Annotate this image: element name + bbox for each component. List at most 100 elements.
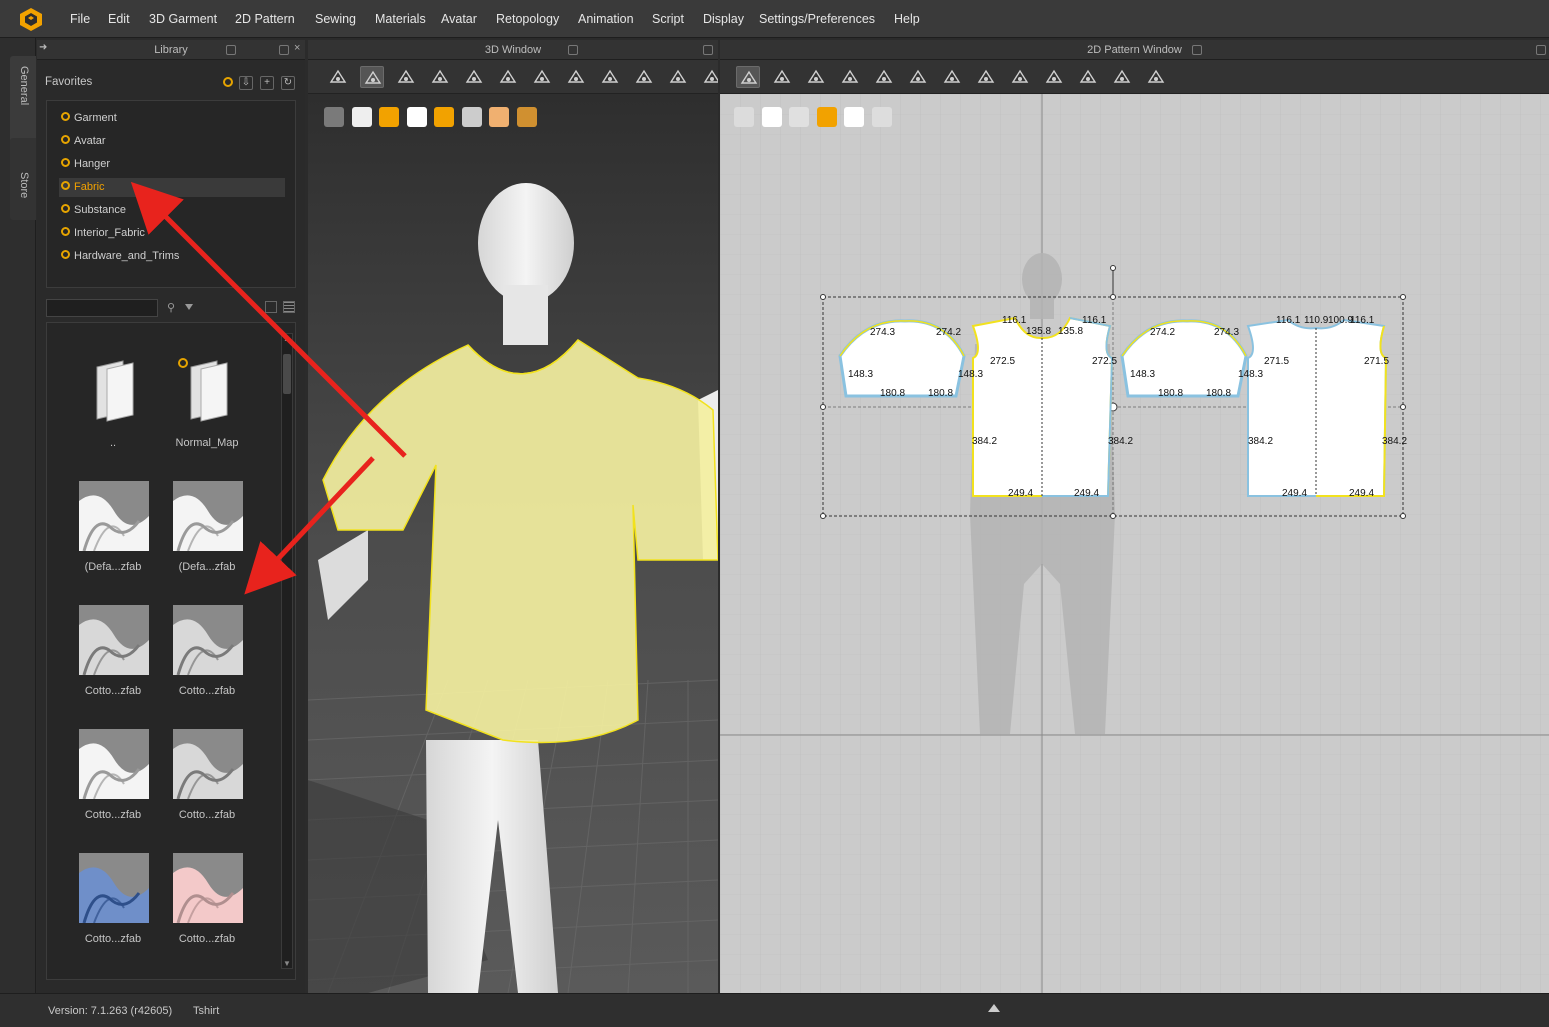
menu-settings-preferences[interactable]: Settings/Preferences bbox=[759, 12, 875, 26]
viewport-3d-display-4-icon[interactable] bbox=[406, 107, 427, 127]
measurement-label: 271.5 bbox=[1364, 356, 1389, 367]
toolbar-3d-tool-9-icon[interactable] bbox=[598, 66, 622, 88]
app-window: File Edit 3D Garment 2D Pattern Sewing M… bbox=[0, 0, 1549, 1027]
menu-help[interactable]: Help bbox=[894, 12, 920, 26]
menu-3d-garment[interactable]: 3D Garment bbox=[149, 12, 217, 26]
viewport-3d-display-6-icon[interactable] bbox=[461, 107, 482, 127]
favorite-item-hardware-and-trims[interactable]: Hardware_and_Trims bbox=[59, 247, 285, 266]
library-scrollbar[interactable]: ▲ ▼ bbox=[281, 333, 293, 969]
toolbar-2d-tool-7-icon[interactable] bbox=[940, 66, 964, 88]
window-2d-header: 2D Pattern Window bbox=[720, 40, 1549, 60]
toolbar-2d-tool-3-icon[interactable] bbox=[804, 66, 828, 88]
tab-general[interactable]: General bbox=[10, 56, 36, 151]
toolbar-3d-tool-3-icon[interactable] bbox=[394, 66, 418, 88]
tab-store[interactable]: Store bbox=[10, 138, 36, 220]
viewport-3d-display-1-icon[interactable] bbox=[324, 107, 344, 127]
favorite-item-substance[interactable]: Substance bbox=[59, 201, 285, 220]
viewport-2d-display-5-icon[interactable] bbox=[844, 107, 864, 127]
add-icon[interactable]: + bbox=[260, 76, 274, 90]
pattern-piece-back[interactable] bbox=[1246, 318, 1388, 497]
viewport-3d-display-8-icon[interactable] bbox=[516, 107, 537, 127]
toolbar-2d-tool-5-icon[interactable] bbox=[872, 66, 896, 88]
toolbar-3d-tool-6-icon[interactable] bbox=[496, 66, 520, 88]
library-search-input[interactable] bbox=[46, 299, 158, 317]
favorite-item-avatar[interactable]: Avatar bbox=[59, 132, 285, 151]
menu-avatar[interactable]: Avatar bbox=[441, 12, 477, 26]
viewport-2d-display-3-icon[interactable] bbox=[789, 107, 809, 127]
scroll-thumb[interactable] bbox=[283, 354, 291, 394]
viewport-2d-display-2-icon[interactable] bbox=[761, 107, 782, 127]
toolbar-2d-tool-11-icon[interactable] bbox=[1076, 66, 1100, 88]
scroll-up-icon[interactable]: ▲ bbox=[283, 334, 291, 343]
search-dropdown-icon[interactable] bbox=[185, 304, 193, 310]
favorite-icon[interactable] bbox=[223, 77, 233, 87]
toolbar-2d-tool-12-icon[interactable] bbox=[1110, 66, 1134, 88]
panel-float-icon[interactable] bbox=[279, 45, 289, 55]
toolbar-2d-tool-13-icon[interactable] bbox=[1144, 66, 1168, 88]
favorite-item-garment[interactable]: Garment bbox=[59, 109, 285, 128]
toolbar-2d-tool-4-icon[interactable] bbox=[838, 66, 862, 88]
window-2d-float-icon[interactable] bbox=[1536, 45, 1546, 55]
measurement-label: 272.5 bbox=[990, 356, 1015, 367]
viewport-3d-display-7-icon[interactable] bbox=[489, 107, 509, 127]
toolbar-2d-tool-10-icon[interactable] bbox=[1042, 66, 1066, 88]
toolbar-3d-tool-2-icon[interactable] bbox=[360, 66, 384, 88]
menu-file[interactable]: File bbox=[70, 12, 90, 26]
toolbar-3d-tool-8-icon[interactable] bbox=[564, 66, 588, 88]
import-icon[interactable]: ⇩ bbox=[239, 76, 253, 90]
favorite-item-fabric[interactable]: Fabric bbox=[59, 178, 285, 197]
window-2d-toolbar bbox=[720, 60, 1549, 94]
panel-close-icon[interactable]: × bbox=[294, 42, 300, 54]
measurement-label: 384.2 bbox=[1248, 436, 1273, 447]
version-label: Version: 7.1.263 (r42605) bbox=[48, 1005, 173, 1017]
menu-retopology[interactable]: Retopology bbox=[496, 12, 559, 26]
toolbar-3d-tool-5-icon[interactable] bbox=[462, 66, 486, 88]
measurement-label: 274.2 bbox=[1150, 327, 1175, 338]
favorite-item-interior-fabric[interactable]: Interior_Fabric bbox=[59, 224, 285, 243]
viewport-2d-display-4-icon[interactable] bbox=[816, 107, 837, 127]
menu-display[interactable]: Display bbox=[703, 12, 744, 26]
toolbar-2d-tool-6-icon[interactable] bbox=[906, 66, 930, 88]
tab-store-label: Store bbox=[18, 172, 30, 199]
toolbar-3d-tool-4-icon[interactable] bbox=[428, 66, 452, 88]
menu-edit[interactable]: Edit bbox=[108, 12, 130, 26]
menu-script[interactable]: Script bbox=[652, 12, 684, 26]
toolbar-2d-tool-1-icon[interactable] bbox=[736, 66, 760, 88]
search-icon[interactable]: ⚲ bbox=[167, 301, 175, 314]
window-3d-viewport[interactable] bbox=[308, 60, 718, 993]
window-2d-dropdown-icon[interactable] bbox=[1192, 45, 1202, 55]
scroll-down-icon[interactable]: ▼ bbox=[283, 959, 291, 968]
favorite-star-icon bbox=[61, 250, 70, 259]
viewport-3d-display-2-icon[interactable] bbox=[351, 107, 372, 127]
app-logo-icon[interactable] bbox=[18, 6, 44, 32]
menu-animation[interactable]: Animation bbox=[578, 12, 634, 26]
expand-panel-icon[interactable] bbox=[988, 1004, 1000, 1012]
window-2d-viewport[interactable]: 274.3 274.2 148.3 148.3 180.8 180.8 116.1 135.8… bbox=[720, 60, 1549, 993]
measurement-label: 274.3 bbox=[1214, 327, 1239, 338]
window-3d-dropdown-icon[interactable] bbox=[568, 45, 578, 55]
favorite-item-label: Hanger bbox=[74, 158, 111, 170]
menu-materials[interactable]: Materials bbox=[375, 12, 426, 26]
refresh-icon[interactable]: ↻ bbox=[281, 76, 295, 90]
menu-sewing[interactable]: Sewing bbox=[315, 12, 356, 26]
menu-2d-pattern[interactable]: 2D Pattern bbox=[235, 12, 295, 26]
viewport-3d-display-5-icon[interactable] bbox=[434, 107, 454, 127]
panel-dropdown-icon[interactable] bbox=[226, 45, 236, 55]
toolbar-2d-tool-9-icon[interactable] bbox=[1008, 66, 1032, 88]
pattern-piece-front[interactable] bbox=[971, 316, 1114, 497]
viewport-2d-display-6-icon[interactable] bbox=[871, 107, 892, 127]
toolbar-3d-tool-1-icon[interactable] bbox=[326, 66, 350, 88]
toolbar-3d-tool-10-icon[interactable] bbox=[632, 66, 656, 88]
toolbar-3d-tool-11-icon[interactable] bbox=[666, 66, 690, 88]
toolbar-2d-tool-2-icon[interactable] bbox=[770, 66, 794, 88]
grid-view-icon[interactable] bbox=[265, 301, 277, 313]
list-view-icon[interactable] bbox=[283, 301, 295, 313]
toolbar-2d-tool-8-icon[interactable] bbox=[974, 66, 998, 88]
viewport-3d-display-3-icon[interactable] bbox=[379, 107, 399, 127]
toolbar-3d-tool-7-icon[interactable] bbox=[530, 66, 554, 88]
favorite-item-hanger[interactable]: Hanger bbox=[59, 155, 285, 174]
toolbar-3d-tool-12-icon[interactable] bbox=[700, 66, 718, 88]
measurement-label: 274.3 bbox=[870, 327, 895, 338]
window-3d-float-icon[interactable] bbox=[703, 45, 713, 55]
viewport-2d-display-1-icon[interactable] bbox=[734, 107, 754, 127]
